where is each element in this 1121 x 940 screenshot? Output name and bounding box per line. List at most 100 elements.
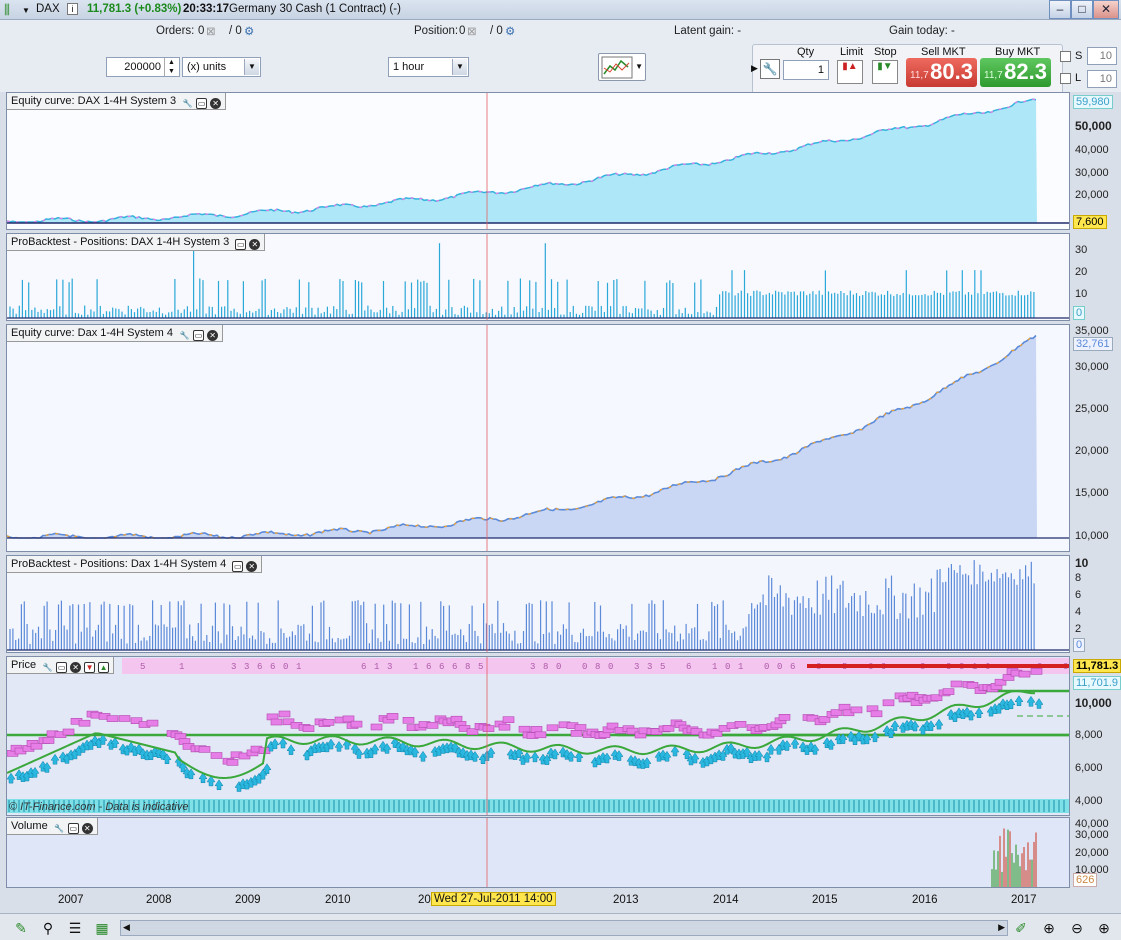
short-signal-mark: 3: [387, 662, 392, 672]
short-trade-marker: [482, 725, 495, 732]
volume-panel[interactable]: Volume 🔧 ▭ ✕: [6, 817, 1070, 888]
info-icon[interactable]: i: [67, 3, 78, 15]
equity-curve-system4-panel[interactable]: Equity curve: Dax 1-4H System 4 🔧 ▭ ✕: [6, 324, 1070, 552]
list-icon[interactable]: ☰: [66, 919, 84, 937]
buy-market-button[interactable]: 11,7 82.3: [980, 58, 1051, 87]
wrench-icon[interactable]: 🔧: [54, 824, 65, 835]
instrument-symbol[interactable]: DAX: [36, 3, 60, 15]
grid-icon[interactable]: ▦: [93, 919, 111, 937]
short-signal-mark: 5: [478, 662, 483, 672]
short-signal-mark: 3: [244, 662, 249, 672]
chevron-down-icon[interactable]: ▼: [244, 59, 259, 75]
window-icon[interactable]: ▭: [67, 823, 79, 834]
pencil-icon[interactable]: ✐: [1012, 919, 1030, 937]
close-icon[interactable]: ✕: [210, 98, 222, 109]
close-position-icon[interactable]: ⊠: [467, 24, 477, 38]
drawing-tool-icon[interactable]: ✎: [12, 919, 30, 937]
year-tick: 20: [418, 894, 431, 906]
zoom-in-icon[interactable]: ⊕: [1095, 919, 1113, 937]
bottom-toolbar: ✎ ⚲ ☰ ▦ ◀ ▶ ✐ ⊕ ⊖ ⊕: [0, 913, 1121, 940]
positions-system3-panel[interactable]: ProBacktest - Positions: DAX 1-4H System…: [6, 233, 1070, 321]
short-trade-marker: [466, 728, 479, 735]
orders-settings-icon[interactable]: ⚙: [244, 24, 254, 38]
wrench-icon[interactable]: 🔧: [179, 331, 190, 342]
close-icon[interactable]: ✕: [81, 823, 93, 834]
position-value: 0: [459, 25, 466, 37]
short-trade-marker: [1030, 668, 1043, 675]
window-icon[interactable]: ▭: [193, 330, 205, 341]
chart-style-button[interactable]: ▼: [598, 53, 646, 81]
scroll-right-icon[interactable]: ▶: [998, 922, 1005, 933]
year-tick: 2016: [912, 894, 938, 906]
wrench-icon[interactable]: 🔧: [760, 59, 780, 79]
units-value: (x) units: [187, 61, 227, 73]
maximize-button[interactable]: □: [1071, 0, 1093, 19]
window-icon[interactable]: ▭: [235, 239, 247, 250]
sell-market-label: Sell MKT: [921, 46, 966, 58]
long-trade-marker: [766, 743, 776, 755]
sell-market-button[interactable]: 11,7 80.3: [906, 58, 977, 87]
qty-value: 1: [817, 64, 824, 76]
price-change: 11,781.3 (+0.83%): [87, 3, 182, 15]
long-checkbox[interactable]: [1060, 73, 1071, 84]
cancel-orders-icon[interactable]: ⊠: [206, 24, 216, 38]
window-icon[interactable]: ▭: [196, 98, 208, 109]
long-size-input[interactable]: 10: [1087, 70, 1117, 88]
wrench-icon[interactable]: 🔧: [42, 663, 53, 674]
amount-input[interactable]: 200000 ▲ ▼: [106, 57, 180, 77]
short-size-input[interactable]: 10: [1087, 47, 1117, 65]
chevron-down-icon[interactable]: ▼: [452, 59, 467, 75]
long-trade-marker: [7, 772, 16, 784]
magnet-icon[interactable]: ⚲: [39, 919, 57, 937]
buy-arrow-icon[interactable]: ▲: [98, 662, 110, 673]
candlestick-icon[interactable]: ⫼: [4, 2, 10, 18]
short-trade-marker: [778, 713, 791, 721]
positions-system4-panel[interactable]: ProBacktest - Positions: Dax 1-4H System…: [6, 555, 1070, 653]
short-trade-marker: [78, 719, 91, 727]
timeframe-select[interactable]: 1 hour ▼: [388, 57, 469, 77]
limit-order-icon[interactable]: ▮▲: [837, 60, 863, 84]
close-icon[interactable]: ✕: [207, 330, 219, 341]
zoom-out-icon[interactable]: ⊖: [1068, 919, 1086, 937]
position-settings-icon[interactable]: ⚙: [505, 24, 515, 38]
clock-time: 20:33:17: [183, 3, 230, 15]
chevron-right-icon[interactable]: ▶: [751, 63, 758, 74]
price-panel[interactable]: Price 🔧 ▭ ✕ ▼ ▲ 5133660161316668538008033561…: [6, 656, 1070, 816]
orders-value: 0: [198, 25, 205, 37]
units-select[interactable]: (x) units ▼: [182, 57, 261, 77]
short-checkbox[interactable]: [1060, 51, 1071, 62]
year-tick: 2010: [325, 894, 351, 906]
equity-curve-system3-panel[interactable]: Equity curve: DAX 1-4H System 3 🔧 ▭ ✕: [6, 92, 1070, 230]
horizontal-scrollbar[interactable]: ◀ ▶: [120, 920, 1008, 936]
amount-stepper-icon[interactable]: ▲ ▼: [164, 58, 178, 76]
short-signal-mark: 6: [686, 662, 691, 672]
qty-input[interactable]: 1: [783, 60, 829, 80]
scroll-left-icon[interactable]: ◀: [123, 922, 130, 933]
equity-curve-system3-chart: [7, 93, 1069, 229]
short-signal-mark: 3: [231, 662, 236, 672]
sell-arrow-icon[interactable]: ▼: [84, 662, 96, 673]
close-icon[interactable]: ✕: [70, 662, 82, 673]
close-icon[interactable]: ✕: [249, 239, 261, 250]
stop-order-icon[interactable]: ▮▼: [872, 60, 898, 84]
window-icon[interactable]: ▭: [56, 662, 68, 673]
wrench-icon[interactable]: 🔧: [182, 99, 193, 110]
short-trade-marker: [370, 723, 383, 731]
window-icon[interactable]: ▭: [232, 561, 244, 572]
price-last-value: 11,781.3: [1073, 659, 1121, 673]
long-trade-marker: [286, 744, 296, 755]
short-trade-marker: [106, 715, 119, 722]
close-button[interactable]: ✕: [1093, 0, 1119, 19]
chevron-down-icon[interactable]: ▼: [635, 62, 643, 71]
long-trade-marker: [418, 750, 428, 762]
stop-label: Stop: [874, 46, 897, 58]
tick: 6,000: [1075, 762, 1103, 774]
chevron-down-icon[interactable]: ▼: [22, 6, 30, 15]
year-tick: 2014: [713, 894, 739, 906]
short-trade-marker: [226, 759, 239, 766]
minimize-button[interactable]: –: [1049, 0, 1071, 19]
zoom-fit-icon[interactable]: ⊕: [1040, 919, 1058, 937]
short-signal-mark: 6: [426, 662, 431, 672]
short-signal-mark: 1: [374, 662, 379, 672]
close-icon[interactable]: ✕: [246, 561, 258, 572]
